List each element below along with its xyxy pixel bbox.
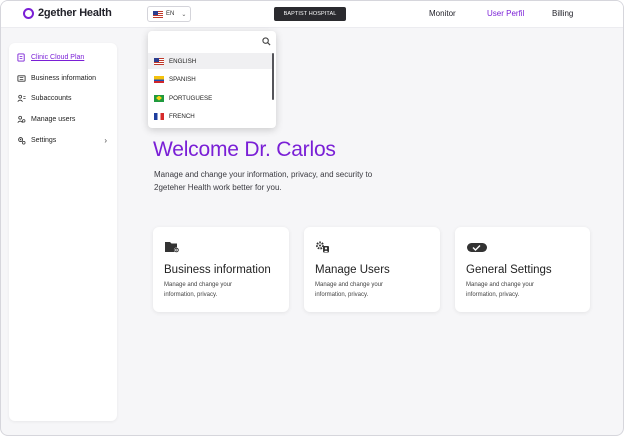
card-title: Manage Users — [315, 264, 390, 276]
users-gear-icon — [316, 241, 329, 253]
sidebar-item-manage-users[interactable]: Manage users — [17, 115, 113, 124]
settings-icon — [18, 137, 26, 145]
logo-ring-icon — [23, 7, 34, 19]
card-description: Manage and change your information, priv… — [315, 282, 384, 298]
card-description: Manage and change your information, priv… — [164, 282, 233, 298]
language-option-label: PORTUGUESE — [169, 94, 213, 102]
colombia-flag-icon — [154, 75, 164, 83]
sidebar-item-label: Business information — [31, 75, 96, 82]
subaccounts-icon — [17, 94, 26, 102]
nav-monitor[interactable]: Monitor — [429, 9, 456, 18]
sidebar-item-label: Manage users — [31, 116, 76, 123]
card-manage-users[interactable]: Manage Users Manage and change your info… — [304, 227, 440, 312]
welcome-heading: Welcome Dr. Carlos — [153, 138, 336, 161]
france-flag-icon — [154, 112, 164, 120]
us-flag-icon — [154, 57, 164, 65]
sidebar-item-label: Clinic Cloud Plan — [31, 54, 85, 61]
search-icon[interactable] — [262, 37, 271, 46]
welcome-subtitle: Manage and change your information, priv… — [154, 170, 373, 192]
card-description: Manage and change your information, priv… — [466, 282, 535, 298]
toggle-check-icon — [467, 243, 487, 252]
sidebar-item-settings[interactable]: Settings › — [17, 136, 113, 145]
top-bar: 2gether Health EN ⌄ BAPTIST HOSPITAL Mon… — [1, 1, 623, 28]
us-flag-icon — [153, 10, 163, 18]
folder-gear-icon — [165, 242, 180, 253]
users-icon — [17, 115, 26, 123]
chevron-down-icon: ⌄ — [181, 11, 187, 18]
app-window: 2gether Health EN ⌄ BAPTIST HOSPITAL Mon… — [0, 0, 624, 436]
sidebar-item-subaccounts[interactable]: Subaccounts — [17, 94, 113, 103]
language-dropdown: ENGLISH SPANISH PORTUGUESE FRENCH — [148, 31, 276, 128]
chevron-right-icon: › — [104, 136, 107, 145]
card-business-information[interactable]: Business information Manage and change y… — [153, 227, 289, 312]
brazil-flag-icon — [154, 94, 164, 102]
brand-name: 2gether Health — [38, 7, 112, 19]
sidebar-item-clinic-cloud-plan[interactable]: Clinic Cloud Plan — [17, 53, 113, 62]
business-icon — [17, 75, 26, 82]
language-option-spanish[interactable]: SPANISH — [148, 71, 272, 87]
sidebar-item-label: Subaccounts — [31, 95, 72, 102]
sidebar-item-label: Settings — [31, 137, 57, 144]
language-option-label: ENGLISH — [169, 57, 197, 65]
language-option-french[interactable]: FRENCH — [148, 108, 272, 124]
language-selector[interactable]: EN ⌄ — [147, 6, 191, 22]
language-option-label: SPANISH — [169, 75, 196, 83]
language-code: EN — [166, 11, 175, 17]
sidebar: Clinic Cloud Plan Business information S… — [9, 43, 117, 421]
hospital-badge[interactable]: BAPTIST HOSPITAL — [274, 7, 346, 21]
sidebar-item-business-information[interactable]: Business information — [17, 74, 113, 83]
nav-user-perfil[interactable]: User Perfil — [487, 9, 524, 18]
card-general-settings[interactable]: General Settings Manage and change your … — [455, 227, 590, 312]
language-option-english[interactable]: ENGLISH — [148, 53, 272, 69]
language-option-label: FRENCH — [169, 112, 195, 120]
card-title: Business information — [164, 264, 271, 276]
brand-logo[interactable]: 2gether Health — [23, 7, 112, 19]
plan-icon — [17, 53, 25, 62]
language-option-portuguese[interactable]: PORTUGUESE — [148, 90, 272, 106]
dropdown-scrollbar[interactable] — [272, 53, 274, 100]
card-title: General Settings — [466, 264, 552, 276]
nav-billing[interactable]: Billing — [552, 9, 573, 18]
